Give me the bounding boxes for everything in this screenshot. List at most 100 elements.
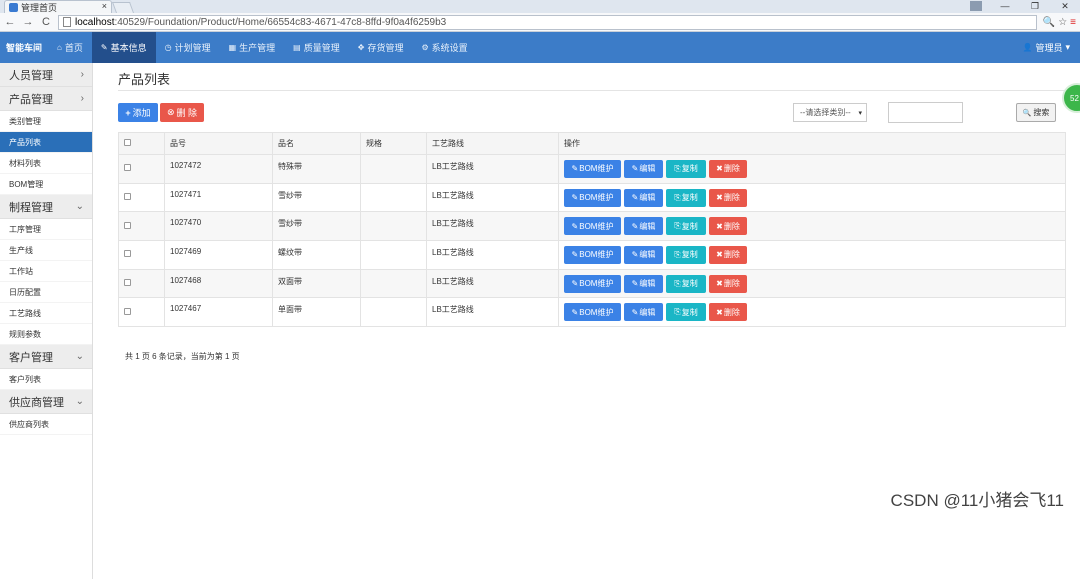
op-label: 复制: [681, 250, 698, 260]
cell-spec: [360, 154, 427, 184]
window-close-icon[interactable]: ✕: [1050, 0, 1080, 13]
minimize-icon[interactable]: —: [990, 0, 1020, 13]
bookmark-star-icon[interactable]: ☆: [1058, 17, 1067, 28]
clock-icon: ◷: [164, 43, 172, 52]
row-delete-button[interactable]: ✖ 删除: [709, 188, 747, 207]
op-label: 删除: [723, 250, 740, 260]
row-checkbox[interactable]: [124, 164, 131, 172]
row-delete-button[interactable]: ✖ 删除: [709, 159, 747, 178]
sidebar-group-personnel[interactable]: 人员管理 ›: [0, 63, 92, 87]
row-delete-button[interactable]: ✖ 删除: [709, 274, 747, 293]
list-icon: ▤: [293, 43, 301, 52]
nav-plan[interactable]: ◷ 计划管理: [156, 32, 220, 63]
chevron-down-icon: ⌄: [75, 396, 84, 407]
url-path: :40529/Foundation/Product/Home/66554c83-…: [114, 16, 447, 28]
cell-name: 雪纱带: [272, 182, 361, 213]
row-checkbox[interactable]: [124, 307, 131, 315]
copy-button[interactable]: ⎘ 复制: [666, 217, 706, 236]
forward-icon[interactable]: →: [22, 16, 34, 28]
copy-button[interactable]: ⎘ 复制: [666, 274, 706, 293]
row-delete-button[interactable]: ✖ 删除: [709, 217, 747, 236]
op-label: BOM维护: [579, 250, 614, 260]
nav-basic-info[interactable]: ✎ 基本信息: [91, 32, 156, 63]
search-input[interactable]: [888, 102, 963, 123]
nav-settings[interactable]: ⚙ 系统设置: [412, 32, 476, 63]
sidebar-item-material-list[interactable]: 材料列表: [0, 153, 92, 174]
edit-button[interactable]: ✎ 编辑: [624, 217, 663, 236]
op-label: 复制: [681, 279, 698, 289]
sidebar-item-product-list[interactable]: 产品列表: [0, 132, 92, 153]
edit-button[interactable]: ✎ 编辑: [624, 303, 663, 322]
tab-title: 管理首页: [21, 2, 58, 13]
add-label: 添加: [132, 108, 151, 118]
row-delete-button[interactable]: ✖ 删除: [709, 303, 747, 322]
caret-down-icon: ▾: [858, 109, 862, 117]
col-ops: 操作: [558, 132, 1066, 155]
row-delete-button[interactable]: ✖ 删除: [709, 245, 747, 264]
url-input[interactable]: localhost :40529/Foundation/Product/Home…: [58, 14, 1037, 30]
user-menu[interactable]: 👤 管理员 ▾: [1022, 32, 1070, 63]
reload-icon[interactable]: C: [40, 16, 52, 28]
edit-button[interactable]: ✎ 编辑: [624, 274, 663, 293]
edit-button[interactable]: ✎ 编辑: [624, 245, 663, 264]
bom-maintain-button[interactable]: ✎ BOM维护: [564, 188, 621, 207]
sidebar-item-supplier-list[interactable]: 供应商列表: [0, 414, 92, 435]
bom-maintain-button[interactable]: ✎ BOM维护: [564, 274, 621, 293]
bom-maintain-button[interactable]: ✎ BOM维护: [564, 303, 621, 322]
row-checkbox[interactable]: [124, 193, 131, 201]
edit-button[interactable]: ✎ 编辑: [624, 188, 663, 207]
search-button[interactable]: 🔍 搜索: [1016, 103, 1056, 122]
cell-route: LB工艺路线: [426, 182, 559, 213]
bom-maintain-button[interactable]: ✎ BOM维护: [564, 217, 621, 236]
sidebar-item-calendar[interactable]: 日历配置: [0, 282, 92, 303]
sidebar-group-customer[interactable]: 客户管理 ⌄: [0, 345, 92, 369]
copy-button[interactable]: ⎘ 复制: [666, 245, 706, 264]
tab-close-icon[interactable]: ×: [102, 1, 107, 11]
row-checkbox[interactable]: [124, 250, 131, 258]
sidebar-item-bom[interactable]: BOM管理: [0, 174, 92, 195]
cell-code: 1027470: [164, 211, 273, 242]
copy-button[interactable]: ⎘ 复制: [666, 159, 706, 178]
sidebar-item-category[interactable]: 类别管理: [0, 111, 92, 132]
back-icon[interactable]: ←: [4, 16, 16, 28]
row-checkbox[interactable]: [124, 221, 131, 229]
nav-inventory[interactable]: ✥ 存货管理: [349, 32, 413, 63]
sidebar-group-product[interactable]: 产品管理 ›: [0, 87, 92, 111]
browser-tab[interactable]: 管理首页 ×: [4, 0, 112, 13]
floating-badge[interactable]: 52: [1062, 83, 1080, 113]
sidebar-item-operation[interactable]: 工序管理: [0, 219, 92, 240]
sidebar-item-customer-list[interactable]: 客户列表: [0, 369, 92, 390]
row-checkbox[interactable]: [124, 279, 131, 287]
copy-button[interactable]: ⎘ 复制: [666, 303, 706, 322]
top-navbar: 智能车间 ⌂ 首页 ✎ 基本信息 ◷ 计划管理 ▦ 生产管理 ▤ 质量管理 ✥ …: [0, 32, 1080, 63]
cell-name: 雪纱带: [272, 211, 361, 242]
copy-button[interactable]: ⎘ 复制: [666, 188, 706, 207]
category-select[interactable]: --请选择类别-- ▾: [793, 103, 867, 122]
group-label: 客户管理: [9, 351, 53, 364]
op-label: 复制: [681, 307, 698, 317]
nav-home[interactable]: ⌂ 首页: [48, 32, 92, 63]
select-all-checkbox[interactable]: [124, 139, 131, 146]
sidebar-item-rules[interactable]: 规则参数: [0, 324, 92, 345]
zoom-icon[interactable]: 🔍: [1043, 17, 1055, 28]
add-button[interactable]: + 添加: [118, 103, 158, 122]
nav-quality[interactable]: ▤ 质量管理: [284, 32, 349, 63]
sidebar-group-process[interactable]: 制程管理 ⌄: [0, 195, 92, 219]
edit-button[interactable]: ✎ 编辑: [624, 159, 663, 178]
brand[interactable]: 智能车间: [0, 41, 48, 54]
delete-button[interactable]: ⊗ 删 除: [160, 103, 204, 122]
bom-maintain-button[interactable]: ✎ BOM维护: [564, 245, 621, 264]
sidebar-group-supplier[interactable]: 供应商管理 ⌄: [0, 390, 92, 414]
sidebar-item-station[interactable]: 工作站: [0, 261, 92, 282]
bom-maintain-button[interactable]: ✎ BOM维护: [564, 159, 621, 178]
row-select-cell: [118, 154, 165, 184]
op-label: 复制: [681, 221, 698, 231]
sidebar-item-route[interactable]: 工艺路线: [0, 303, 92, 324]
new-tab-button[interactable]: [111, 2, 135, 13]
table-row: 1027469 螺纹带 LB工艺路线 ✎ BOM维护 ✎ 编辑 ⎘ 复制 ✖ 删除: [118, 240, 1066, 270]
browser-menu-icon[interactable]: ≡: [1070, 17, 1076, 28]
nav-production[interactable]: ▦ 生产管理: [220, 32, 285, 63]
maximize-icon[interactable]: ❐: [1020, 0, 1050, 13]
profile-icon[interactable]: [970, 1, 982, 11]
sidebar-item-line[interactable]: 生产线: [0, 240, 92, 261]
